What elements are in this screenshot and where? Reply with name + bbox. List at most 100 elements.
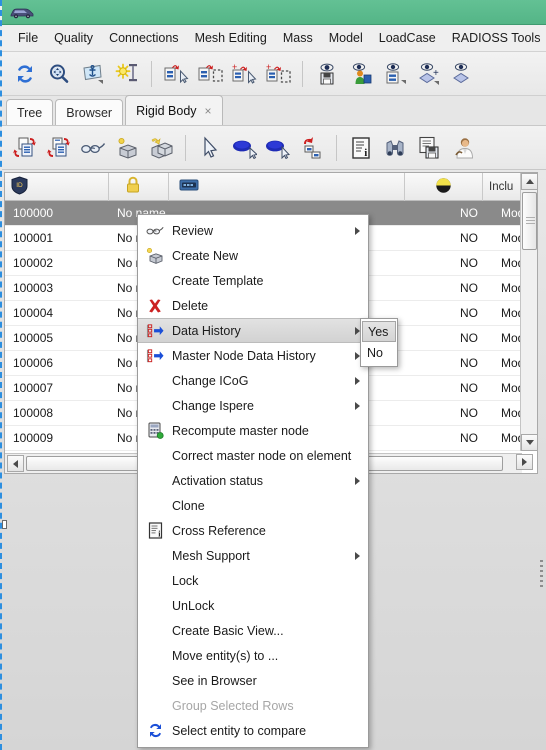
column-id[interactable]: ID (5, 173, 109, 201)
submenu-no-label: No (367, 345, 383, 360)
ctx-activation-status[interactable]: Activation status (138, 468, 368, 493)
ctx-select-entity-to-compare[interactable]: Select entity to compare (138, 718, 368, 743)
card-info-icon[interactable]: i (344, 131, 378, 165)
ctx-create-template[interactable]: Create Template (138, 268, 368, 293)
user-profile-icon[interactable] (446, 131, 480, 165)
ctx-move-entity-to-label: Move entity(s) to ... (172, 648, 279, 663)
cell-include: Mod (501, 231, 522, 245)
ctx-change-ispere[interactable]: Change Ispere (138, 393, 368, 418)
zoom-fit-icon[interactable] (42, 57, 76, 91)
copy-right-icon[interactable] (42, 131, 76, 165)
import-selected-icon[interactable] (159, 57, 193, 91)
submenu-yes[interactable]: Yes (362, 321, 396, 342)
anchor-plane-icon[interactable] (76, 57, 110, 91)
cell-include: Mod (501, 381, 522, 395)
copy-left-icon[interactable] (8, 131, 42, 165)
ctx-correct-master-node-on-element[interactable]: Correct master node on element (138, 443, 368, 468)
ctx-master-node-data-history-label: Master Node Data History (172, 348, 316, 363)
pie-flag-icon (435, 177, 452, 197)
panel-resize-grip[interactable] (540, 560, 543, 594)
tab-rigid-body[interactable]: Rigid Body × (125, 95, 223, 125)
cell-include: Mod (501, 206, 522, 220)
ctx-unlock[interactable]: UnLock (138, 593, 368, 618)
ctx-see-in-browser[interactable]: See in Browser (138, 668, 368, 693)
toolbar2-separator-2 (336, 134, 337, 161)
import-box-icon[interactable] (193, 57, 227, 91)
ctx-recompute-master-node[interactable]: Recompute master node (138, 418, 368, 443)
ctx-mesh-support[interactable]: Mesh Support (138, 543, 368, 568)
ctx-unlock-label: UnLock (172, 598, 215, 613)
ctx-delete[interactable]: Delete (138, 293, 368, 318)
menu-connections[interactable]: Connections (101, 28, 187, 48)
ctx-data-history-label: Data History (172, 323, 241, 338)
menu-mesh-editing[interactable]: Mesh Editing (187, 28, 275, 48)
tab-tree-label: Tree (17, 105, 43, 120)
ctx-move-entity-to[interactable]: Move entity(s) to ... (138, 643, 368, 668)
table-vertical-scrollbar[interactable] (520, 173, 537, 451)
eye-list-icon[interactable] (378, 57, 412, 91)
ctx-delete-label: Delete (172, 298, 209, 313)
column-include[interactable]: Inclu (483, 173, 525, 201)
toolbar-separator (151, 60, 152, 87)
add-import-box-icon[interactable]: + (261, 57, 295, 91)
glasses-review-icon[interactable] (76, 131, 110, 165)
close-icon[interactable]: × (205, 104, 212, 118)
ctx-clone[interactable]: Clone (138, 493, 368, 518)
ctx-change-icog[interactable]: Change ICoG (138, 368, 368, 393)
submenu-yes-label: Yes (368, 324, 389, 339)
ctx-data-history[interactable]: Data History (138, 318, 368, 343)
cursor-select-icon[interactable] (193, 131, 227, 165)
menu-loadcase[interactable]: LoadCase (371, 28, 444, 48)
cell-id: 100008 (13, 406, 54, 420)
splitter-handle[interactable] (2, 520, 7, 529)
ctx-master-node-data-history[interactable]: Master Node Data History (138, 343, 368, 368)
submenu-no[interactable]: No (361, 342, 397, 363)
svg-text:+: + (433, 68, 439, 79)
cell-include: Mod (501, 256, 522, 270)
cell-include: Mod (501, 406, 522, 420)
ctx-cross-reference[interactable]: i Cross Reference (138, 518, 368, 543)
eye-users-icon[interactable] (344, 57, 378, 91)
scroll-up-icon[interactable] (521, 173, 537, 190)
blue-shape-cursor-icon[interactable] (261, 131, 295, 165)
blue-shape-icon[interactable] (227, 131, 261, 165)
column-flag[interactable] (405, 173, 483, 201)
ctx-review[interactable]: Review (138, 218, 368, 243)
light-source-icon[interactable] (110, 57, 144, 91)
scroll-down-icon[interactable] (521, 434, 537, 451)
scroll-left-icon[interactable] (7, 455, 24, 472)
create-multi-box-icon[interactable] (144, 131, 178, 165)
create-new-box-icon[interactable] (110, 131, 144, 165)
menu-file[interactable]: File (10, 28, 46, 48)
toolbar2-separator (185, 134, 186, 161)
ctx-clone-label: Clone (172, 498, 205, 513)
ctx-change-icog-label: Change ICoG (172, 373, 249, 388)
ctx-lock[interactable]: Lock (138, 568, 368, 593)
column-name[interactable] (169, 173, 405, 201)
ctx-correct-master-node-on-element-label: Correct master node on element (172, 448, 352, 463)
toolbar-primary: + + + (2, 52, 546, 96)
ctx-create-new[interactable]: Create New (138, 243, 368, 268)
undo-tree-icon[interactable] (295, 131, 329, 165)
ctx-group-selected-rows-label: Group Selected Rows (172, 698, 294, 713)
save-page-icon[interactable] (412, 131, 446, 165)
lock-icon (125, 176, 141, 197)
ctx-create-basic-view[interactable]: Create Basic View... (138, 618, 368, 643)
tab-tree[interactable]: Tree (6, 99, 54, 125)
menu-quality[interactable]: Quality (46, 28, 101, 48)
vertical-scroll-thumb[interactable] (522, 192, 537, 250)
tab-browser[interactable]: Browser (55, 99, 124, 125)
scroll-right-icon[interactable] (516, 454, 533, 470)
binoculars-find-icon[interactable] (378, 131, 412, 165)
column-lock[interactable] (109, 173, 169, 201)
eye-shape-icon[interactable] (446, 57, 480, 91)
menu-radioss-tools[interactable]: RADIOSS Tools (444, 28, 546, 48)
data-history-icon (146, 347, 164, 365)
menu-mass[interactable]: Mass (275, 28, 321, 48)
refresh-icon[interactable] (8, 57, 42, 91)
eye-save-icon[interactable] (310, 57, 344, 91)
add-import-selected-icon[interactable]: + (227, 57, 261, 91)
menu-model[interactable]: Model (321, 28, 371, 48)
ctx-group-selected-rows: Group Selected Rows (138, 693, 368, 718)
eye-add-shape-icon[interactable]: + (412, 57, 446, 91)
